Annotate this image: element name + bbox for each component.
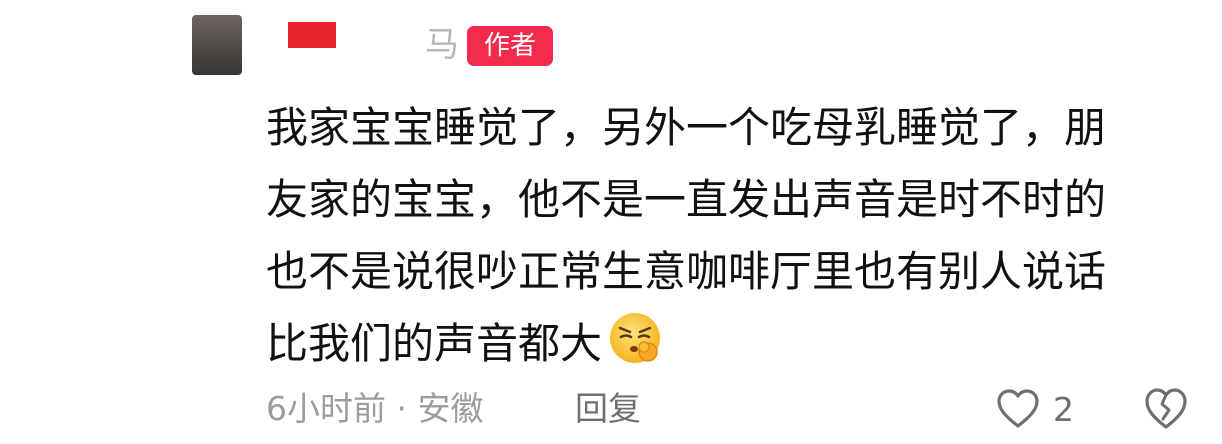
broken-heart-icon[interactable] bbox=[1142, 386, 1190, 432]
comment-meta: 6小时前 · 安徽 bbox=[266, 389, 484, 428]
author-badge: 作者 bbox=[467, 26, 553, 66]
comment-line: 比我们的声音都大 bbox=[266, 319, 603, 368]
pensive-shushing-emoji-icon bbox=[610, 313, 661, 363]
author-name-redaction bbox=[288, 22, 336, 48]
comment-line: 友家的宝宝，他不是一直发出声音是时不时的 bbox=[266, 175, 1107, 224]
reply-button[interactable]: 回复 bbox=[575, 384, 641, 434]
heart-outline-icon[interactable] bbox=[995, 388, 1041, 430]
author-name[interactable]: 马 bbox=[425, 28, 459, 62]
comment-line: 也不是说很吵正常生意咖啡厅里也有别人说话 bbox=[266, 247, 1107, 296]
comment-content: 我家宝宝睡觉了，另外一个吃母乳睡觉了，朋 友家的宝宝，他不是一直发出声音是时不时… bbox=[266, 92, 1186, 380]
comment-line-last: 比我们的声音都大 bbox=[266, 308, 1186, 380]
avatar[interactable] bbox=[192, 15, 242, 75]
comment-line: 我家宝宝睡觉了，另外一个吃母乳睡觉了，朋 bbox=[266, 103, 1107, 152]
like-count: 2 bbox=[1053, 389, 1074, 429]
like-button[interactable]: 2 bbox=[995, 386, 1074, 432]
comment-card: 马 作者 我家宝宝睡觉了，另外一个吃母乳睡觉了，朋 友家的宝宝，他不是一直发出声… bbox=[0, 0, 1222, 444]
